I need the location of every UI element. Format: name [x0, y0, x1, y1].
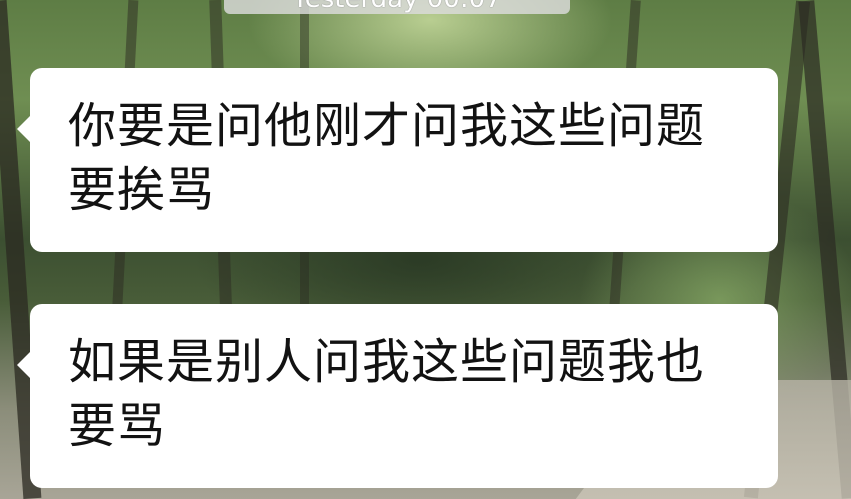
timestamp-badge: Yesterday 00:07 — [224, 0, 570, 14]
incoming-message-bubble[interactable]: 你要是问他刚才问我这些问题要挨骂 — [17, 68, 778, 252]
message-text: 你要是问他刚才问我这些问题要挨骂 — [68, 98, 706, 218]
incoming-message-bubble[interactable]: 如果是别人问我这些问题我也要骂 — [17, 304, 778, 488]
message-text: 如果是别人问我这些问题我也要骂 — [68, 334, 706, 454]
